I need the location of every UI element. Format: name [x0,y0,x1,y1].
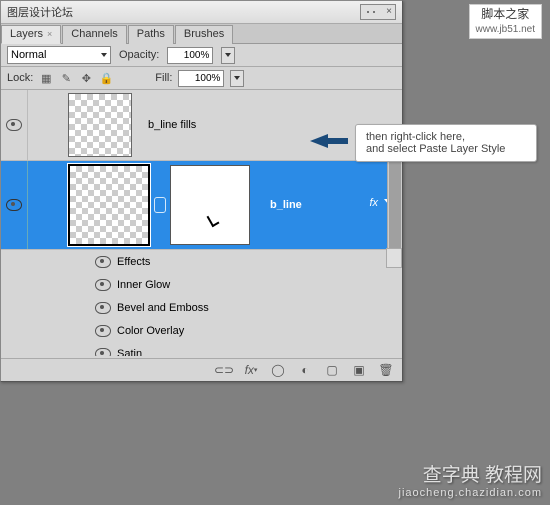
scrollbar-track[interactable] [386,248,402,268]
layer-row-selected[interactable]: b_line fx [1,161,402,250]
lock-transparency-icon[interactable]: ▦ [39,71,53,85]
lock-controls: Lock: ▦ ✎ ✥ 🔒 Fill: 100% [1,67,402,90]
layers-list: b_line fills b_line fx Effects Inner Glo… [1,90,402,356]
visibility-eye-icon[interactable] [95,279,111,291]
visibility-eye-icon[interactable] [6,199,22,211]
group-icon[interactable]: ▢ [324,362,340,378]
fill-input[interactable]: 100% [178,70,224,87]
layer-row[interactable]: b_line fills [1,90,402,161]
layer-mask-thumbnail[interactable] [170,165,250,245]
scrollbar[interactable] [387,160,402,248]
fx-badge[interactable]: fx [369,197,378,209]
panel-tabs: Layers× Channels Paths Brushes [1,24,402,44]
panel-menu-button[interactable]: × [360,4,396,20]
blend-mode-select[interactable]: Normal [7,46,111,64]
panel-titlebar[interactable]: 图层设计论坛 × [1,1,402,24]
visibility-eye-icon[interactable] [6,119,22,131]
panel-title: 图层设计论坛 [7,4,73,20]
callout-tooltip: then right-click here, and select Paste … [355,124,537,162]
layer-name[interactable]: b_line fills [148,119,196,131]
tab-channels[interactable]: Channels [62,25,126,44]
opacity-input[interactable]: 100% [167,47,213,64]
callout-line1: then right-click here, [366,131,526,143]
effect-item[interactable]: Satin [1,342,402,356]
effects-header[interactable]: Effects [1,250,402,273]
lock-label: Lock: [7,72,33,84]
scrollbar-thumb[interactable] [389,160,401,248]
layers-panel: 图层设计论坛 × Layers× Channels Paths Brushes … [0,0,403,382]
link-layers-icon[interactable]: ⊂⊃ [216,362,232,378]
visibility-eye-icon[interactable] [95,325,111,337]
mask-link-icon[interactable] [154,197,166,213]
mask-icon[interactable]: ◯ [270,362,286,378]
opacity-label: Opacity: [119,49,159,61]
blend-controls: Normal Opacity: 100% [1,44,402,67]
effect-item[interactable]: Color Overlay [1,319,402,342]
watermark-top: 脚本之家 www.jb51.net [469,4,542,39]
effect-item[interactable]: Bevel and Emboss [1,296,402,319]
fill-flyout[interactable] [230,70,244,87]
watermark-bottom: 查字典 教程网 jiaocheng.chazidian.com [399,466,542,499]
opacity-flyout[interactable] [221,47,235,64]
trash-icon[interactable]: 🗑 [378,362,394,378]
callout-line2: and select Paste Layer Style [366,143,526,155]
fx-icon[interactable]: fx▾ [243,362,259,378]
visibility-eye-icon[interactable] [95,348,111,357]
adjustment-icon[interactable]: ◐ [297,362,313,378]
layer-name[interactable]: b_line [270,199,302,211]
callout-arrow-icon [310,134,328,148]
fill-label: Fill: [155,72,172,84]
lock-pixels-icon[interactable]: ✎ [59,71,73,85]
layer-thumbnail[interactable] [68,93,132,157]
tab-brushes[interactable]: Brushes [175,25,233,44]
tab-close-icon[interactable]: × [47,29,52,39]
new-layer-icon[interactable]: ▣ [351,362,367,378]
chevron-down-icon [101,53,107,57]
tab-paths[interactable]: Paths [128,25,174,44]
layers-bottom-toolbar: ⊂⊃ fx▾ ◯ ◐ ▢ ▣ 🗑 [1,358,402,381]
layer-thumbnail[interactable] [68,164,150,246]
close-icon[interactable]: × [386,6,392,17]
visibility-eye-icon[interactable] [95,302,111,314]
visibility-eye-icon[interactable] [95,256,111,268]
effect-item[interactable]: Inner Glow [1,273,402,296]
lock-all-icon[interactable]: 🔒 [99,71,113,85]
tab-layers[interactable]: Layers× [1,25,61,44]
lock-position-icon[interactable]: ✥ [79,71,93,85]
